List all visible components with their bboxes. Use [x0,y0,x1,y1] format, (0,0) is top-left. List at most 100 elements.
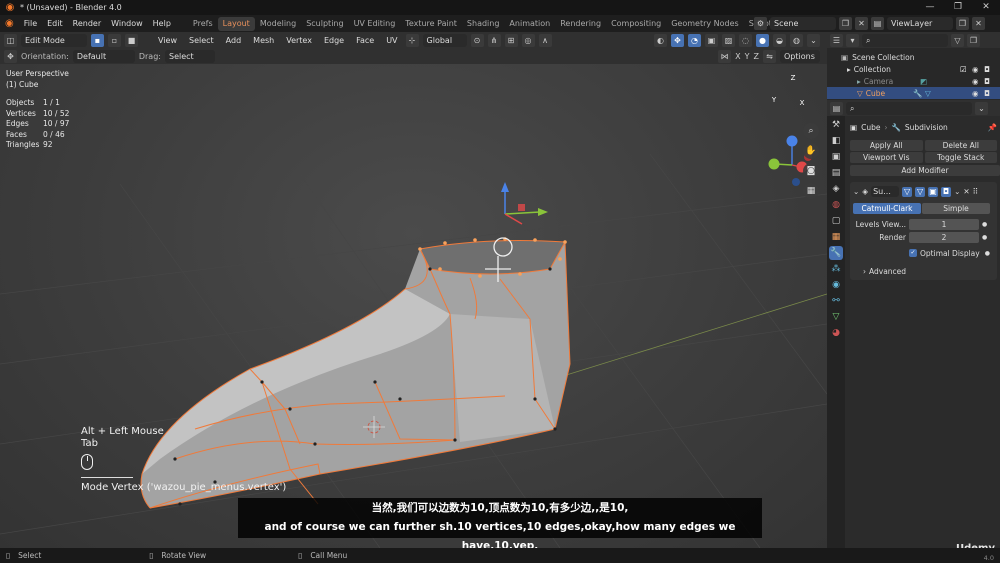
view-layer-tab-icon[interactable]: ▤ [829,166,843,180]
properties-editor-icon[interactable]: ▤ [830,101,843,115]
add-modifier-button[interactable]: Add Modifier [850,165,1000,176]
gizmo-toggle-icon[interactable]: ✥ [671,33,684,47]
scene-selector[interactable]: Scene [770,17,836,30]
tool-tab-icon[interactable]: ⚒ [829,118,843,132]
material-tab-icon[interactable]: ◕ [829,326,843,340]
mode-selector[interactable]: Edit Mode [21,33,87,47]
menu-face[interactable]: Face [352,36,378,45]
pin-icon[interactable]: 📌 [988,123,997,132]
advanced-subpanel[interactable]: › Advanced [853,265,994,277]
close-button[interactable]: ✕ [972,0,1000,15]
keyframe-dot-icon[interactable]: ● [982,234,987,241]
particles-tab-icon[interactable]: ⁂ [829,262,843,276]
tab-shading[interactable]: Shading [462,17,505,31]
viewport-toggle-icon[interactable]: ▣ [928,186,939,197]
apply-all-button[interactable]: Apply All [850,140,923,151]
axis-x-toggle[interactable]: X [735,52,740,61]
mesh-edit-overlay-icon[interactable]: ▣ [705,33,718,47]
visibility-icon[interactable]: ◐ [654,33,667,47]
mirror-icon[interactable]: ⋈ [718,49,732,63]
menu-uv[interactable]: UV [382,36,401,45]
keyframe-dot-icon[interactable]: ● [982,221,987,228]
tab-uv-editing[interactable]: UV Editing [349,17,401,31]
perspective-grid-icon[interactable]: ▦ [803,183,819,199]
snap-target-icon[interactable]: ⊞ [504,33,518,47]
constraints-tab-icon[interactable]: ⚯ [829,294,843,308]
menu-vertex[interactable]: Vertex [282,36,316,45]
delete-scene-icon[interactable]: ✕ [855,17,868,30]
drag-selector[interactable]: Select Box [164,49,215,74]
new-collection-icon[interactable]: ❐ [967,33,980,47]
outliner-item-collection[interactable]: ▸ Collection ☑ ◉ ◘ [827,63,1000,75]
new-view-layer-icon[interactable]: ❐ [956,17,969,30]
viewport-vis-button[interactable]: Viewport Vis [850,152,923,163]
physics-tab-icon[interactable]: ◉ [829,278,843,292]
camera-render-icon[interactable]: ◘ [984,89,990,98]
menu-edit[interactable]: Edit [42,19,68,28]
outliner-scene-collection[interactable]: ▣ Scene Collection [827,51,1000,63]
outliner-item-cube[interactable]: ▽ Cube 🔧 ▽ ◉ ◘ [827,87,1000,99]
properties-options-icon[interactable]: ⌄ [975,101,988,115]
axis-y-toggle[interactable]: Y [745,52,750,61]
data-tab-icon[interactable]: ▽ [829,310,843,324]
menu-select[interactable]: Select [185,36,218,45]
tab-modeling[interactable]: Modeling [255,17,301,31]
orientation-selector[interactable]: Default [72,49,135,63]
checkbox-icon[interactable]: ☑ [960,65,967,74]
tab-geometry-nodes[interactable]: Geometry Nodes [666,17,743,31]
modifier-tab-icon[interactable]: 🔧 [829,246,843,260]
levels-viewport-field[interactable]: 1 [909,218,979,230]
overlay-toggle-icon[interactable]: ◔ [688,33,701,47]
outliner-search-input[interactable]: ⌕ [862,33,948,47]
display-mode-icon[interactable]: ▾ [846,33,859,47]
tab-texture-paint[interactable]: Texture Paint [400,17,462,31]
catmull-clark-tab[interactable]: Catmull-Clark [853,203,921,214]
camera-view-icon[interactable]: ◙ [803,163,819,179]
camera-render-icon[interactable]: ◘ [984,77,990,86]
optimal-display-checkbox[interactable]: ✓ [909,249,917,257]
face-select-icon[interactable]: ■ [125,33,138,47]
eye-icon[interactable]: ◉ [972,77,979,86]
collapse-chevron-icon[interactable]: ⌄ [853,187,859,196]
pivot-icon[interactable]: ⊙ [470,33,484,47]
wireframe-shading-icon[interactable]: ◌ [739,33,752,47]
outliner-item-camera[interactable]: ▸ Camera ◩ ◉ ◘ [827,75,1000,87]
output-tab-icon[interactable]: ▣ [829,150,843,164]
menu-render[interactable]: Render [68,19,106,28]
transform-tool-icon[interactable]: ✥ [4,49,17,63]
filter-icon[interactable]: ▽ [951,33,964,47]
tab-layout[interactable]: Layout [217,16,255,31]
world-tab-icon[interactable]: ◍ [829,198,843,212]
object-tab-icon[interactable]: ▦ [829,230,843,244]
delete-all-button[interactable]: Delete All [924,140,997,151]
rendered-shading-icon[interactable]: ◍ [790,33,803,47]
render-levels-field[interactable]: 2 [909,231,979,243]
delete-view-layer-icon[interactable]: ✕ [972,17,985,30]
menu-view[interactable]: View [154,36,181,45]
outliner-editor-icon[interactable]: ☰ [830,33,843,47]
cage-toggle-icon[interactable]: ▽ [915,186,926,197]
menu-file[interactable]: File [19,19,42,28]
render-toggle-icon[interactable]: ◘ [941,186,952,197]
zoom-icon[interactable]: ⌕ [803,123,819,139]
falloff-icon[interactable]: ∧ [538,33,552,47]
snap-icon[interactable]: ⋔ [487,33,501,47]
dropdown-chevron-icon[interactable]: ⌄ [954,187,960,196]
maximize-button[interactable]: ❐ [944,0,972,15]
new-scene-icon[interactable]: ❐ [839,17,852,30]
topology-mirror-icon[interactable]: ⇋ [763,49,776,63]
simple-tab[interactable]: Simple [922,203,990,214]
menu-help[interactable]: Help [148,19,176,28]
menu-edge[interactable]: Edge [320,36,348,45]
3d-viewport[interactable]: Z Y X ⌕ ✋ ◙ ▦ User Perspective (1) Cube … [0,64,827,548]
minimize-button[interactable]: — [916,0,944,15]
tab-compositing[interactable]: Compositing [606,17,666,31]
pan-hand-icon[interactable]: ✋ [803,143,819,159]
keyframe-dot-icon[interactable]: ● [985,250,990,257]
menu-window[interactable]: Window [106,19,148,28]
eye-icon[interactable]: ◉ [972,65,979,74]
editor-type-icon[interactable]: ◫ [4,33,17,47]
edit-mode-toggle-icon[interactable]: ▽ [902,186,913,197]
transform-selector[interactable]: Global [422,33,467,47]
blender-menu-icon[interactable]: ◉ [0,18,19,29]
